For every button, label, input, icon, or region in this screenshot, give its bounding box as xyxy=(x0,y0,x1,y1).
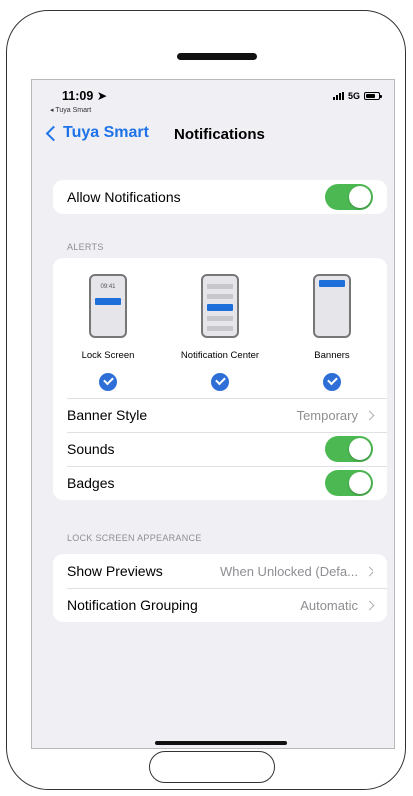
sounds-toggle[interactable] xyxy=(325,436,373,462)
alert-option-label: Lock Screen xyxy=(81,350,135,361)
banner-style-value: Temporary xyxy=(297,408,375,423)
banner-style-label: Banner Style xyxy=(67,407,148,423)
lock-screen-appearance-header: LOCK SCREEN APPEARANCE xyxy=(67,533,202,543)
home-button[interactable] xyxy=(149,751,275,783)
alert-option-label: Notification Center xyxy=(180,350,260,361)
chevron-left-icon xyxy=(45,125,62,141)
allow-notifications-toggle[interactable] xyxy=(325,184,373,210)
alert-option-banners[interactable]: Banners xyxy=(277,274,387,391)
lock-screen-phone-icon: 09:41 xyxy=(89,274,127,338)
show-previews-label: Show Previews xyxy=(67,563,163,579)
network-type: 5G xyxy=(347,91,360,101)
screen: 11:09 ➤ ◂ Tuya Smart 5G Tuya Smart Notif… xyxy=(31,79,395,749)
alert-style-picker: 09:41 Lock Screen Notification Center Ba… xyxy=(53,258,387,398)
speaker-grille xyxy=(177,53,257,60)
alerts-group: 09:41 Lock Screen Notification Center Ba… xyxy=(53,258,387,500)
sounds-row: Sounds xyxy=(53,432,387,466)
back-button-label: Tuya Smart xyxy=(63,124,149,141)
chevron-right-icon xyxy=(364,410,375,420)
alert-option-label: Banners xyxy=(314,350,350,361)
notification-grouping-label: Notification Grouping xyxy=(67,597,198,613)
lock-screen-appearance-group: Show Previews When Unlocked (Defa... Not… xyxy=(53,554,387,622)
show-previews-row[interactable]: Show Previews When Unlocked (Defa... xyxy=(53,554,387,588)
status-indicators: 5G xyxy=(332,91,382,101)
alerts-section-header: ALERTS xyxy=(67,242,104,252)
checkmark-icon xyxy=(323,373,341,391)
allow-notifications-group: Allow Notifications xyxy=(53,180,387,214)
badges-toggle[interactable] xyxy=(325,470,373,496)
back-to-app-link[interactable]: ◂ Tuya Smart xyxy=(50,106,91,114)
battery-icon xyxy=(364,92,382,100)
location-arrow-icon: ➤ xyxy=(96,89,108,103)
allow-notifications-label: Allow Notifications xyxy=(67,189,181,205)
notification-grouping-value: Automatic xyxy=(300,598,375,613)
badges-label: Badges xyxy=(67,475,115,491)
phone-frame: 11:09 ➤ ◂ Tuya Smart 5G Tuya Smart Notif… xyxy=(6,10,406,790)
banners-phone-icon xyxy=(313,274,351,338)
banner-style-row[interactable]: Banner Style Temporary xyxy=(53,398,387,432)
badges-row: Badges xyxy=(53,466,387,500)
chevron-right-icon xyxy=(364,566,373,576)
checkmark-icon xyxy=(211,373,229,391)
home-indicator[interactable] xyxy=(155,741,287,745)
show-previews-value: When Unlocked (Defa... xyxy=(175,564,373,579)
signal-icon xyxy=(332,92,344,100)
chevron-right-icon xyxy=(364,600,375,610)
back-button[interactable]: Tuya Smart xyxy=(44,124,149,142)
alert-option-notification-center[interactable]: Notification Center xyxy=(165,274,275,391)
page-title: Notifications xyxy=(174,126,265,143)
sounds-label: Sounds xyxy=(67,441,115,457)
status-time: 11:09 ➤ xyxy=(62,89,108,103)
alert-option-lock-screen[interactable]: 09:41 Lock Screen xyxy=(53,274,163,391)
notification-center-phone-icon xyxy=(201,274,239,338)
allow-notifications-row: Allow Notifications xyxy=(53,180,387,214)
checkmark-icon xyxy=(99,373,117,391)
notification-grouping-row[interactable]: Notification Grouping Automatic xyxy=(53,588,387,622)
